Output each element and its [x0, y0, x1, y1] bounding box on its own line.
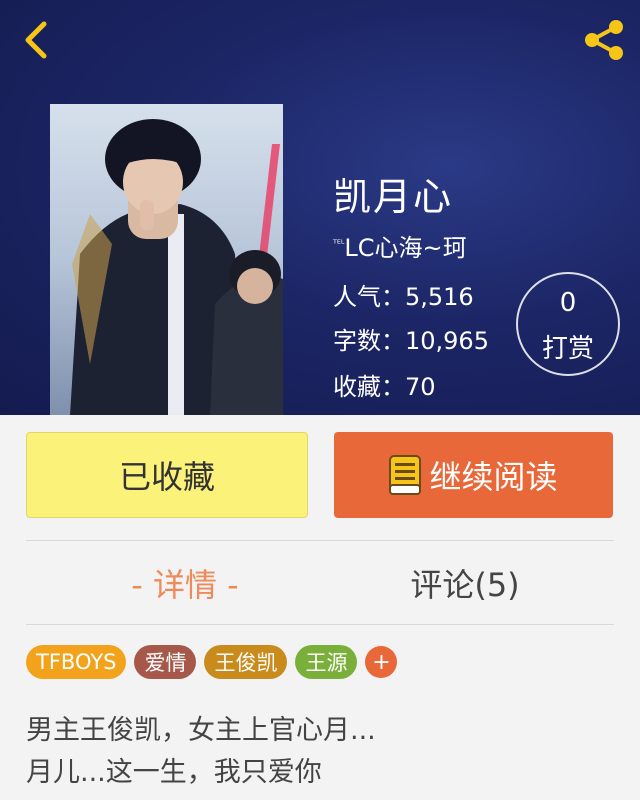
chevron-left-icon: [25, 21, 47, 59]
tag-wang-yuan[interactable]: 王源: [295, 645, 358, 679]
collected-button[interactable]: 已收藏: [26, 432, 308, 518]
divider: [26, 624, 614, 625]
tag-tfboys[interactable]: TFBOYS: [26, 645, 127, 679]
author-label: LC心海~珂: [344, 234, 467, 262]
author-prefix: ᵀᴱᴸ: [333, 239, 345, 250]
book-header: 凯月心 ᵀᴱᴸLC心海~珂 人气：5,516 字数：10,965 收藏：70 0…: [0, 0, 640, 415]
popularity-stat: 人气：5,516: [333, 283, 474, 311]
divider: [26, 540, 614, 541]
favorites-stat: 收藏：70: [333, 373, 436, 401]
description-line: 月儿...这一生，我只爱你: [26, 757, 322, 788]
book-title: 凯月心: [333, 175, 454, 219]
tag-romance[interactable]: 爱情: [134, 645, 197, 679]
tip-button[interactable]: 0 打赏: [516, 272, 620, 376]
tag-wang-junkai[interactable]: 王俊凯: [204, 645, 288, 679]
book-icon: [389, 455, 422, 495]
word-count-stat: 字数：10,965: [333, 327, 489, 355]
author-name[interactable]: ᵀᴱᴸLC心海~珂: [333, 228, 467, 263]
add-tag-button[interactable]: +: [365, 646, 398, 678]
share-button[interactable]: [580, 18, 628, 62]
book-cover-image: [50, 104, 283, 415]
tab-comments[interactable]: 评论(5): [340, 560, 590, 606]
tip-label: 打赏: [541, 334, 594, 364]
continue-reading-label: 继续阅读: [429, 458, 558, 496]
tag-list: TFBOYS 爱情 王俊凯 王源 +: [26, 644, 398, 680]
share-icon: [585, 20, 623, 60]
book-description: 男主王俊凯，女主上官心月... 月儿...这一生，我只爱你: [26, 710, 616, 794]
back-button[interactable]: [14, 18, 58, 62]
tab-detail[interactable]: - 详情 -: [60, 560, 310, 606]
description-line: 男主王俊凯，女主上官心月...: [26, 715, 376, 746]
tip-count: 0: [559, 288, 577, 318]
continue-reading-button[interactable]: 继续阅读: [334, 432, 613, 518]
